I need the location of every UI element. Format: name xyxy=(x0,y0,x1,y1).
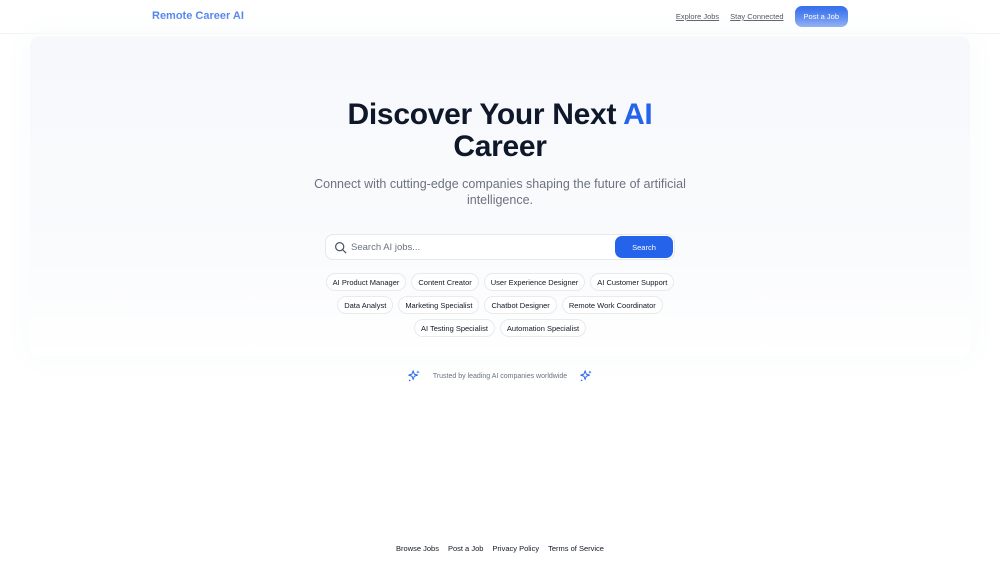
nav-stay-connected[interactable]: Stay Connected xyxy=(730,12,783,21)
tag-row-3: AI Testing Specialist Automation Special… xyxy=(0,319,1000,337)
page-title: Discover Your Next AI Career xyxy=(0,99,1000,163)
tag-chip[interactable]: Chatbot Designer xyxy=(484,296,557,314)
tag-chip[interactable]: Automation Specialist xyxy=(499,319,587,337)
footer-link-privacy[interactable]: Privacy Policy xyxy=(492,544,539,553)
tag-chip[interactable]: AI Testing Specialist xyxy=(413,319,495,337)
sparkle-icon xyxy=(408,370,420,382)
hero-subtitle: Connect with cutting-edge companies shap… xyxy=(314,177,686,207)
brand-logo[interactable]: Remote Career AI xyxy=(152,10,244,22)
top-nav: Explore Jobs Stay Connected Post a Job xyxy=(676,6,848,27)
tag-chip[interactable]: AI Product Manager xyxy=(325,273,407,291)
tag-chip[interactable]: User Experience Designer xyxy=(483,273,586,291)
footer-link-terms[interactable]: Terms of Service xyxy=(548,544,604,553)
tag-chip[interactable]: Data Analyst xyxy=(337,296,394,314)
tag-chip[interactable]: Remote Work Coordinator xyxy=(561,296,663,314)
title-suffix: Career xyxy=(453,130,547,163)
footer-link-browse-jobs[interactable]: Browse Jobs xyxy=(396,544,439,553)
footer-link-post-job[interactable]: Post a Job xyxy=(448,544,483,553)
trusted-banner: Trusted by leading AI companies worldwid… xyxy=(0,369,1000,383)
site-header: Remote Career AI Explore Jobs Stay Conne… xyxy=(0,0,1000,34)
title-accent: AI xyxy=(623,98,653,131)
tag-chip[interactable]: AI Customer Support xyxy=(590,273,675,291)
nav-explore-jobs[interactable]: Explore Jobs xyxy=(676,12,719,21)
search-icon xyxy=(335,242,347,254)
tag-row-1: AI Product Manager Content Creator User … xyxy=(0,273,1000,291)
title-prefix: Discover Your Next xyxy=(347,98,617,131)
tag-row-2: Data Analyst Marketing Specialist Chatbo… xyxy=(0,296,1000,314)
search-button[interactable]: Search xyxy=(615,236,673,258)
site-footer: Browse Jobs Post a Job Privacy Policy Te… xyxy=(0,544,1000,553)
search-bar: Search xyxy=(325,234,675,260)
post-job-button[interactable]: Post a Job xyxy=(794,6,848,27)
tag-chip[interactable]: Content Creator xyxy=(411,273,479,291)
sparkle-icon xyxy=(580,370,592,382)
trusted-text: Trusted by leading AI companies worldwid… xyxy=(432,372,568,380)
search-input[interactable] xyxy=(351,239,611,256)
tag-chip[interactable]: Marketing Specialist xyxy=(398,296,480,314)
